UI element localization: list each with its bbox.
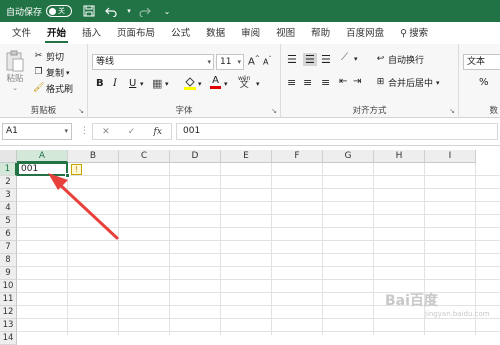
annotation-arrow-shaft — [56, 181, 119, 240]
watermark-sub: jingyan.baidu.com — [425, 310, 490, 318]
watermark-text: Bai百度 — [385, 293, 438, 309]
annotation-arrow-head — [48, 173, 68, 190]
annotation-arrow — [48, 173, 119, 240]
watermark: Bai百度 jingyan.baidu.com — [385, 290, 490, 318]
